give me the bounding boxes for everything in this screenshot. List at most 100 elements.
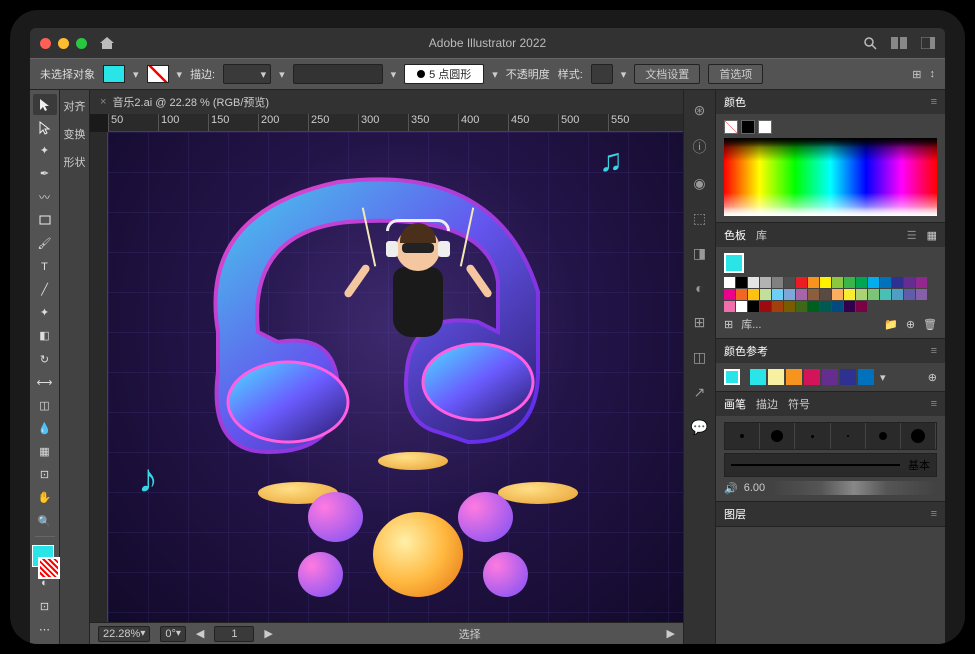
- fill-stroke-swap[interactable]: [32, 541, 58, 571]
- color-spectrum[interactable]: [724, 138, 937, 216]
- curvature-tool[interactable]: 〰: [33, 187, 57, 208]
- document-tab[interactable]: × 音乐2.ai @ 22.28 % (RGB/预览): [90, 90, 683, 114]
- list-view-icon[interactable]: ☰: [907, 229, 917, 242]
- swatch-cell[interactable]: [856, 301, 867, 312]
- swatch-cell[interactable]: [904, 277, 915, 288]
- basic-brush[interactable]: 基本: [724, 453, 937, 477]
- width-tool[interactable]: ⟷: [33, 372, 57, 393]
- new-group-icon[interactable]: 📁: [884, 318, 898, 331]
- window-controls[interactable]: [40, 38, 87, 49]
- swatch-cell[interactable]: [904, 289, 915, 300]
- swatch-cell[interactable]: [844, 301, 855, 312]
- panel-menu-icon[interactable]: ≡: [931, 96, 937, 108]
- close-window-icon[interactable]: [40, 38, 51, 49]
- grid-view-icon[interactable]: ▦: [927, 229, 937, 242]
- minimize-window-icon[interactable]: [58, 38, 69, 49]
- swatches-tab[interactable]: 色板: [724, 227, 746, 243]
- swatch-cell[interactable]: [748, 289, 759, 300]
- pen-tool[interactable]: ✒: [33, 163, 57, 184]
- graphic-styles-icon[interactable]: ⬚: [693, 210, 706, 227]
- white-swatch[interactable]: [758, 120, 772, 134]
- rotate-tool[interactable]: ↻: [33, 349, 57, 370]
- swatch-cell[interactable]: [772, 301, 783, 312]
- fill-swatch[interactable]: [103, 65, 125, 83]
- stroke-dash-dropdown[interactable]: ▾: [279, 68, 285, 81]
- new-swatch-icon[interactable]: ⊕: [906, 318, 915, 331]
- swatch-cell[interactable]: [892, 277, 903, 288]
- swatch-cell[interactable]: [844, 277, 855, 288]
- current-fill-swatch[interactable]: [724, 253, 744, 273]
- swatch-cell[interactable]: [784, 301, 795, 312]
- recolor-icon[interactable]: ⊕: [928, 371, 937, 384]
- gradient-tool[interactable]: ▦: [33, 441, 57, 462]
- brush-options-icon[interactable]: 🔊: [724, 482, 738, 495]
- panel-menu-icon[interactable]: ≡: [931, 508, 937, 520]
- swatch-libraries-menu[interactable]: ⊞: [724, 318, 733, 331]
- eyedropper-tool[interactable]: 💧: [33, 418, 57, 439]
- comments-icon[interactable]: 💬: [691, 419, 708, 436]
- brush-definition[interactable]: [293, 64, 383, 84]
- gradient-panel-icon[interactable]: ◐: [695, 280, 703, 296]
- profile-dropdown-icon[interactable]: ▾: [492, 68, 498, 81]
- harmony-swatch[interactable]: [750, 369, 766, 385]
- delete-swatch-icon[interactable]: 🗑: [923, 318, 937, 331]
- type-tool[interactable]: T: [33, 256, 57, 277]
- stroke-tab[interactable]: 描边: [756, 396, 778, 412]
- swatch-cell[interactable]: [724, 301, 735, 312]
- swatch-cell[interactable]: [856, 277, 867, 288]
- hand-tool[interactable]: ✋: [33, 487, 57, 508]
- swatch-cell[interactable]: [748, 277, 759, 288]
- brush-list[interactable]: [724, 422, 937, 450]
- align-panel-icon[interactable]: ⊞: [694, 314, 706, 331]
- swatch-cell[interactable]: [736, 277, 747, 288]
- swatch-lib-label[interactable]: 库...: [741, 316, 761, 332]
- swatch-cell[interactable]: [820, 301, 831, 312]
- panel-menu-icon[interactable]: ≡: [931, 398, 937, 410]
- swatch-cell[interactable]: [880, 289, 891, 300]
- stroke-swatch[interactable]: [147, 65, 169, 83]
- transform-panel-icon[interactable]: ◫: [693, 349, 706, 366]
- swatch-cell[interactable]: [736, 301, 747, 312]
- arrange-docs-icon[interactable]: [891, 37, 907, 49]
- paintbrush-tool[interactable]: 🖌: [33, 233, 57, 254]
- home-icon[interactable]: [99, 36, 115, 50]
- swatch-cell[interactable]: [868, 277, 879, 288]
- shaper-tool[interactable]: ✦: [33, 302, 57, 323]
- harmony-swatch[interactable]: [822, 369, 838, 385]
- swatch-cell[interactable]: [772, 277, 783, 288]
- swatch-cell[interactable]: [724, 289, 735, 300]
- swatch-cell[interactable]: [784, 277, 795, 288]
- magic-wand-tool[interactable]: ✦: [33, 140, 57, 161]
- workspace-icon[interactable]: [921, 37, 935, 49]
- swatch-cell[interactable]: [880, 277, 891, 288]
- swatch-cell[interactable]: [916, 289, 927, 300]
- transparency-icon[interactable]: ◨: [693, 245, 706, 262]
- free-transform-tool[interactable]: ◫: [33, 395, 57, 416]
- selection-tool[interactable]: [33, 94, 57, 115]
- stroke-dropdown-icon[interactable]: ▾: [177, 68, 183, 81]
- swatch-cell[interactable]: [844, 289, 855, 300]
- graphic-style-select[interactable]: [591, 64, 613, 84]
- panel-menu-icon[interactable]: ≡: [931, 345, 937, 357]
- line-tool[interactable]: ╱: [33, 279, 57, 300]
- screen-mode-icon[interactable]: ⊡: [33, 596, 57, 617]
- direct-selection-tool[interactable]: [33, 117, 57, 138]
- swatch-cell[interactable]: [868, 289, 879, 300]
- swatch-cell[interactable]: [736, 289, 747, 300]
- swatch-cell[interactable]: [772, 289, 783, 300]
- swatch-cell[interactable]: [784, 289, 795, 300]
- style-dropdown-icon[interactable]: ▾: [621, 68, 627, 81]
- rectangle-tool[interactable]: [33, 210, 57, 231]
- swatch-cell[interactable]: [832, 301, 843, 312]
- align-icon[interactable]: ⊞: [912, 68, 921, 81]
- swatch-cell[interactable]: [820, 289, 831, 300]
- harmony-swatch[interactable]: [804, 369, 820, 385]
- brush-dropdown-icon[interactable]: ▾: [391, 68, 397, 81]
- base-color[interactable]: [724, 369, 740, 385]
- edit-toolbar-icon[interactable]: ⋯: [33, 619, 57, 640]
- swatch-cell[interactable]: [796, 301, 807, 312]
- zoom-tool[interactable]: 🔍: [33, 511, 57, 532]
- preferences-button[interactable]: 首选项: [708, 64, 763, 84]
- libraries-tab[interactable]: 库: [756, 227, 767, 243]
- appearance-icon[interactable]: ◉: [693, 175, 705, 192]
